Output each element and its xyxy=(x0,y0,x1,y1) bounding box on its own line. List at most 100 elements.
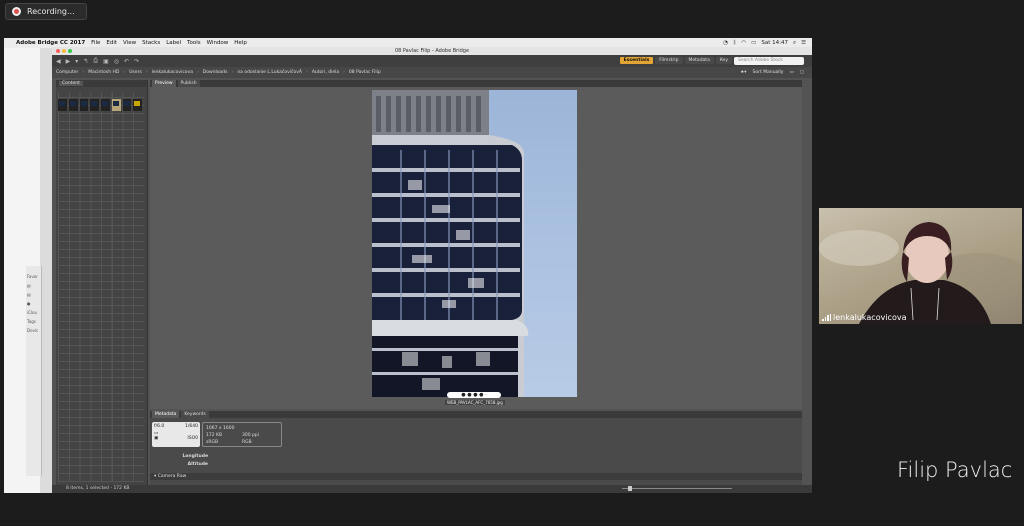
open-in-camera-raw-icon[interactable]: ◎ xyxy=(114,58,119,65)
status-text: 8 items, 1 selected - 172 KB xyxy=(66,486,130,491)
recording-label: Recording... xyxy=(27,7,75,16)
rotate-left-icon[interactable]: ↶ xyxy=(124,58,129,65)
thumbnail-size-slider[interactable] xyxy=(622,486,732,491)
breadcrumb-item[interactable]: Autori, diela xyxy=(312,70,339,75)
bluetooth-icon[interactable]: ᛒ xyxy=(733,40,736,46)
new-folder-icon[interactable]: ▭ xyxy=(789,70,793,75)
tab-keywords[interactable]: Keywords xyxy=(181,411,209,418)
breadcrumb-item[interactable]: lenkalukacovicova xyxy=(152,70,193,75)
clock[interactable]: Sat 14:47 xyxy=(761,40,788,46)
metadata-panel: Metadata Keywords f/6.0 1/640 ▭ ▣ ISO0 1… xyxy=(150,411,802,485)
battery-icon[interactable]: ▭ xyxy=(751,40,756,46)
menu-file[interactable]: File xyxy=(91,40,100,46)
size-value: 172 KB xyxy=(206,433,223,438)
breadcrumb-item[interactable]: Macintosh HD xyxy=(88,70,119,75)
menu-app-name[interactable]: Adobe Bridge CC 2017 xyxy=(16,40,85,46)
forward-icon[interactable]: ▶ xyxy=(66,58,71,65)
thumbnail-selected[interactable] xyxy=(111,99,121,111)
wifi-icon[interactable]: ◠ xyxy=(741,40,746,46)
delete-icon[interactable]: ▢ xyxy=(800,70,804,75)
recording-indicator[interactable]: Recording... xyxy=(5,3,87,20)
finder-item[interactable]: ● xyxy=(27,301,40,306)
status-bar: 8 items, 1 selected - 172 KB xyxy=(52,485,812,493)
finder-item[interactable]: Tags xyxy=(27,319,40,324)
refine-icon[interactable]: ▣ xyxy=(103,58,109,65)
finder-item[interactable]: Favor xyxy=(27,274,40,279)
spotlight-icon[interactable]: ⌕ xyxy=(793,40,796,47)
finder-item[interactable]: Devic xyxy=(27,328,40,333)
window-controls xyxy=(56,49,72,53)
window-title: 08 Pavlac Filip - Adobe Bridge xyxy=(394,48,470,54)
preview-image[interactable] xyxy=(372,90,577,397)
menu-edit[interactable]: Edit xyxy=(106,40,117,46)
thumbnail[interactable] xyxy=(90,99,99,111)
finder-item[interactable]: ▤ xyxy=(27,283,40,288)
building-photo xyxy=(372,90,529,397)
tab-metadata[interactable]: Metadata xyxy=(152,411,180,418)
webcam-video[interactable]: lenkalukacovicova xyxy=(819,208,1022,324)
workspace-keywords[interactable]: Key xyxy=(715,57,732,64)
search-input[interactable]: Search Adobe Stock xyxy=(734,57,804,65)
color-profile-value: sRGB xyxy=(206,440,219,445)
return-icon[interactable]: ↰ xyxy=(83,58,88,65)
thumbnail-row xyxy=(58,99,142,111)
shutter-value: 1/640 xyxy=(185,424,198,429)
workspace-switcher: Essentials Filmstrip Metadata Key xyxy=(619,57,732,64)
finder-item[interactable]: ▤ xyxy=(27,292,40,297)
adobe-bridge-window: 08 Pavlac Filip - Adobe Bridge ◀ ▶ ▾ ↰ ⎙… xyxy=(52,47,812,493)
breadcrumb-item[interactable]: na odoslanie L.LukačovičovÁ xyxy=(237,70,302,75)
breadcrumb: Computer › Macintosh HD › Users › lenkaluka… xyxy=(52,67,812,78)
record-icon xyxy=(12,7,21,16)
back-icon[interactable]: ◀ xyxy=(56,58,61,65)
thumbnail[interactable] xyxy=(79,99,89,111)
preview-filename: WEB_PAVLAC_AFC_7658.jpg xyxy=(445,400,505,405)
thumbnail[interactable] xyxy=(133,99,142,111)
slider-handle[interactable] xyxy=(628,486,632,491)
rotate-right-icon[interactable]: ↷ xyxy=(134,58,139,65)
image-controls[interactable]: ● ● ● ● · xyxy=(447,392,501,398)
thumbnail[interactable] xyxy=(58,99,67,111)
window-titlebar: 08 Pavlac Filip - Adobe Bridge xyxy=(52,47,812,55)
time-machine-icon[interactable]: ◔ xyxy=(723,40,728,46)
bridge-toolbar: ◀ ▶ ▾ ↰ ⎙ ▣ ◎ ↶ ↷ Essentials Filmstrip M… xyxy=(52,55,812,67)
camera-raw-section[interactable]: ▾ Camera Raw xyxy=(150,473,802,480)
minimize-icon[interactable] xyxy=(62,49,66,53)
notification-icon[interactable]: ☰ xyxy=(801,40,806,46)
close-icon[interactable] xyxy=(56,49,60,53)
workspace-essentials[interactable]: Essentials xyxy=(619,57,654,64)
thumbnail[interactable] xyxy=(122,99,132,111)
metadata-label: Longitude xyxy=(182,454,208,459)
sort-dropdown[interactable]: Sort Manually xyxy=(753,70,784,75)
menu-stacks[interactable]: Stacks xyxy=(142,40,160,46)
menu-window[interactable]: Window xyxy=(207,40,229,46)
thumbnail[interactable] xyxy=(101,99,110,111)
breadcrumb-item[interactable]: Downloads xyxy=(203,70,228,75)
menu-view[interactable]: View xyxy=(123,40,136,46)
thumbnail-grid xyxy=(58,92,144,482)
camera-download-icon[interactable]: ⎙ xyxy=(93,57,98,65)
filter-stars-icon[interactable]: ★▾ xyxy=(740,70,746,75)
finder-item[interactable]: iClou xyxy=(27,310,40,315)
tab-preview[interactable]: Preview xyxy=(152,80,176,87)
zoom-meeting-view: Recording... Adobe Bridge CC 2017 File E… xyxy=(0,0,1024,526)
metadata-label: Altitude xyxy=(187,462,208,467)
resolution-value: 300 ppi xyxy=(242,433,259,438)
breadcrumb-item[interactable]: Users xyxy=(129,70,142,75)
content-panel: Content xyxy=(56,80,148,485)
menu-label[interactable]: Label xyxy=(166,40,181,46)
content-tab[interactable]: Content xyxy=(56,80,147,87)
participant-video xyxy=(819,222,1022,324)
breadcrumb-item[interactable]: Computer xyxy=(56,70,78,75)
workspace-metadata[interactable]: Metadata xyxy=(684,57,714,64)
preview-tabs: Preview Publish xyxy=(150,80,802,87)
menu-tools[interactable]: Tools xyxy=(187,40,201,46)
maximize-icon[interactable] xyxy=(68,49,72,53)
tab-publish[interactable]: Publish xyxy=(177,80,200,87)
color-mode-value: RGB xyxy=(242,440,252,445)
menu-help[interactable]: Help xyxy=(234,40,247,46)
thumbnail[interactable] xyxy=(68,99,78,111)
workspace-filmstrip[interactable]: Filmstrip xyxy=(655,57,683,64)
breadcrumb-item[interactable]: 08 Pavlac Filip xyxy=(349,70,381,75)
camera-data-placard: f/6.0 1/640 ▭ ▣ ISO0 xyxy=(152,422,200,447)
recent-folder-icon[interactable]: ▾ xyxy=(75,58,78,65)
